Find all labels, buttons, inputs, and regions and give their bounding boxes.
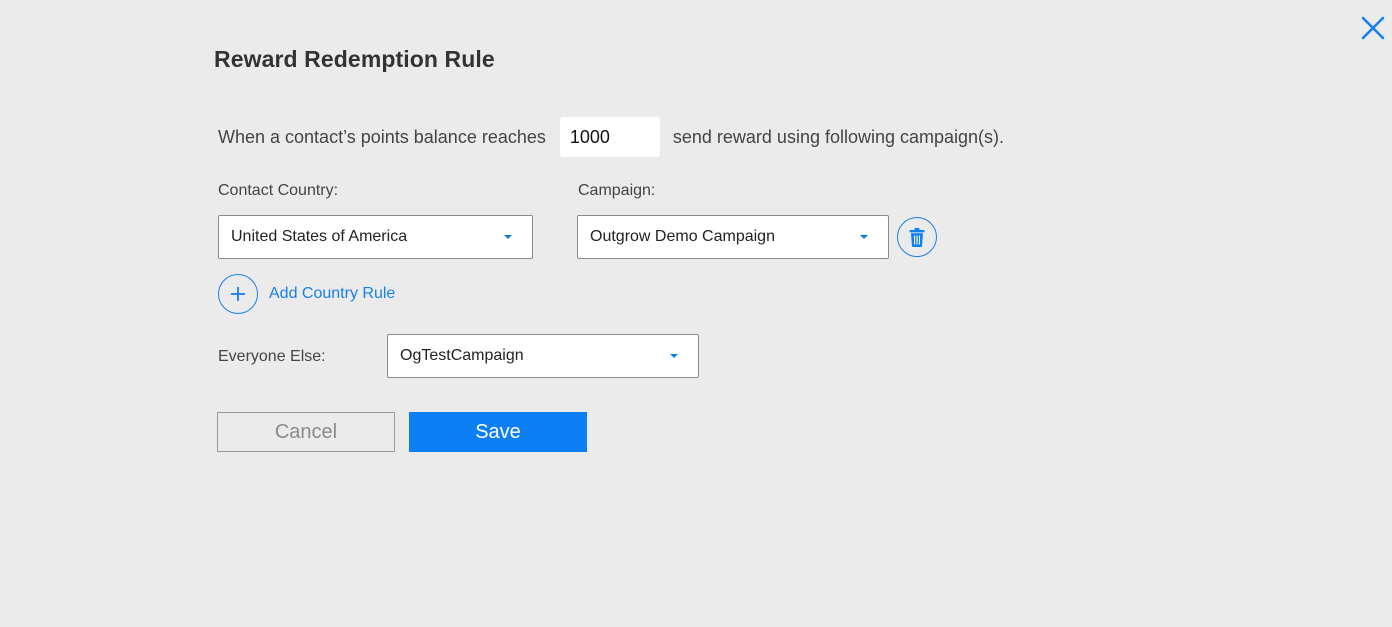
- everyone-else-label: Everyone Else:: [218, 348, 326, 365]
- close-icon: [1361, 16, 1385, 40]
- points-rule-row: When a contact’s points balance reaches …: [218, 117, 1004, 157]
- plus-circle: [218, 274, 258, 314]
- cancel-button[interactable]: Cancel: [217, 412, 395, 452]
- contact-country-label: Contact Country:: [218, 182, 339, 199]
- campaign-label: Campaign:: [578, 182, 656, 199]
- save-button[interactable]: Save: [409, 412, 587, 452]
- everyone-else-campaign-value: OgTestCampaign: [400, 347, 524, 364]
- rule-suffix-text: send reward using following campaign(s).: [672, 126, 1005, 147]
- close-button[interactable]: [1358, 13, 1388, 43]
- dialog-title: Reward Redemption Rule: [214, 46, 495, 72]
- everyone-else-campaign-select[interactable]: OgTestCampaign: [387, 334, 699, 378]
- country-campaign-select[interactable]: Outgrow Demo Campaign: [577, 215, 889, 259]
- chevron-down-icon: [504, 235, 512, 239]
- contact-country-select[interactable]: United States of America: [218, 215, 533, 259]
- points-threshold-input[interactable]: [559, 117, 660, 157]
- delete-country-rule-button[interactable]: [897, 217, 937, 257]
- rule-prefix-text: When a contact’s points balance reaches: [218, 126, 546, 147]
- add-country-rule-button[interactable]: Add Country Rule: [218, 274, 395, 314]
- chevron-down-icon: [860, 235, 868, 239]
- plus-icon: [231, 287, 245, 301]
- country-campaign-value: Outgrow Demo Campaign: [590, 228, 775, 245]
- reward-redemption-rule-dialog: Reward Redemption Rule When a contact’s …: [0, 0, 1392, 627]
- chevron-down-icon: [670, 354, 678, 358]
- add-country-rule-label: Add Country Rule: [269, 285, 396, 302]
- trash-icon: [909, 227, 925, 247]
- contact-country-value: United States of America: [231, 228, 408, 245]
